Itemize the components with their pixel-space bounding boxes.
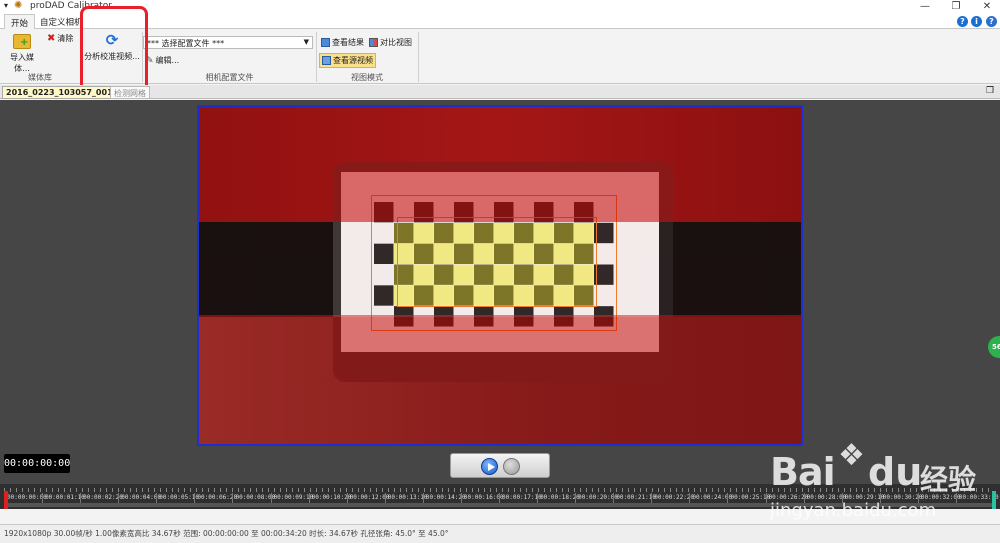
clear-label: 清除 [57,34,74,43]
support-icon[interactable]: ? [986,16,997,27]
info-icon[interactable]: i [971,16,982,27]
import-media-label: 导入媒体... [10,53,34,73]
view-source-video-button[interactable]: 查看源视频 [319,53,376,68]
timeline-track[interactable] [4,503,994,507]
timeline-ticks [4,488,994,492]
timeline-label: 00:00:08:00 [232,493,275,503]
profile-select-value: *** 选择配置文件 *** [147,39,225,48]
close-icon[interactable]: ✕ [980,1,994,12]
clear-button[interactable]: ✖ 清除 [47,33,73,44]
group-label-view-mode: 视图模式 [351,73,383,82]
timeline-label: 00:00:29:10 [841,493,884,503]
timeline-label: 00:00:06:20 [194,493,237,503]
view-result-button[interactable]: 查看结果 [321,37,364,48]
edit-profile-button[interactable]: ✎ 编辑... [146,55,179,66]
view-result-label: 查看结果 [332,38,364,47]
timeline-label: 00:00:10:20 [308,493,351,503]
ribbon-separator [418,32,419,82]
timeline-label: 00:00:30:20 [879,493,923,503]
compare-view-icon [369,38,378,47]
analyze-calibration-video-button[interactable]: ⟳ 分析校准视频... [84,32,140,62]
status-bar: 1920x1080p 30.00帧/秒 1.00像素宽高比 34.67秒 范围:… [0,524,1000,543]
group-label-profile: 相机配置文件 [205,73,254,82]
source-view-icon [322,56,331,65]
tab-custom-camera[interactable]: 自定义相机 [34,14,89,29]
timeline-label: 00:00:12:00 [346,493,389,503]
tab-start[interactable]: 开始 [4,14,36,29]
timeline-label: 00:00:21:10 [613,493,656,503]
timeline-label: 00:00:01:10 [42,493,85,503]
compare-view-button[interactable]: 对比视图 [369,37,412,48]
document-tab-secondary[interactable]: 检测网格 [110,86,150,99]
timeline-label: 00:00:05:10 [156,493,199,503]
timeline-label: 00:00:18:20 [537,493,580,503]
timeline-label: 00:00:00:00 [4,493,47,503]
minimize-icon[interactable]: — [918,1,932,12]
folder-icon: + [13,34,31,49]
view-source-label: 查看源视频 [333,56,373,65]
document-tabs: 2016_0223_103057_001.MOV 检测网格 ❐ [0,85,1000,99]
group-label-media: 媒体库 [28,73,52,82]
video-frame[interactable] [197,105,803,446]
profile-select[interactable]: *** 选择配置文件 *** ▼ [143,36,313,49]
compare-view-label: 对比视图 [380,38,412,47]
chevron-down-icon: ▼ [303,38,309,46]
stop-button[interactable] [503,458,520,475]
timeline-label: 00:00:25:10 [727,493,770,503]
playback-controls [450,453,550,478]
pencil-icon: ✎ [146,55,154,66]
edit-label: 编辑... [155,56,180,65]
title-bar: ▾ ✺ proDAD Calibrator — ❐ ✕ [0,0,1000,14]
float-window-icon[interactable]: ❐ [986,86,994,96]
video-viewer [0,100,1000,448]
timeline-label: 00:00:14:20 [422,493,466,503]
menu-chevron-icon[interactable]: ▾ [4,1,8,10]
timeline[interactable]: 00:00:00:00 00:00:01:10 00:00:02:20 00:00:0… [0,484,1000,509]
window-title: proDAD Calibrator [30,1,112,11]
timeline-label: 00:00:16:00 [460,493,504,503]
timecode-display: 00:00:00:00 [4,454,70,473]
timeline-label: 00:00:32:00 [917,493,961,503]
app-logo-icon: ✺ [14,0,23,11]
delete-icon: ✖ [47,33,56,44]
analyze-label: 分析校准视频... [84,52,140,61]
result-view-icon [321,38,330,47]
timeline-label: 00:00:02:20 [80,493,123,503]
ribbon-tabs: 开始 自定义相机 ? i ? [0,14,1000,29]
refresh-icon: ⟳ [105,31,119,49]
play-button[interactable] [481,458,498,475]
timeline-label: 00:00:17:10 [499,493,542,503]
timeline-label: 00:00:09:10 [270,493,313,503]
timeline-label: 00:00:13:10 [384,493,428,503]
ribbon: + 导入媒体... ✖ 清除 ⟳ 分析校准视频... *** 选择配置文件 **… [0,29,1000,84]
timeline-labels: 00:00:00:00 00:00:01:10 00:00:02:20 00:00:0… [4,493,999,503]
timeline-label: 00:00:22:20 [651,493,694,503]
timeline-label: 00:00:28:00 [803,493,846,503]
detection-zone [333,222,659,317]
timeline-label: 00:00:04:00 [118,493,161,503]
timeline-label: 00:00:26:20 [765,493,808,503]
import-media-button[interactable]: + 导入媒体... [3,34,41,74]
restore-icon[interactable]: ❐ [949,1,963,12]
timeline-end-marker[interactable] [992,491,996,509]
help-icon[interactable]: ? [957,16,968,27]
timeline-label: 00:00:24:00 [689,493,732,503]
timeline-label: 00:00:20:00 [575,493,618,503]
timeline-start-marker[interactable] [4,491,8,509]
